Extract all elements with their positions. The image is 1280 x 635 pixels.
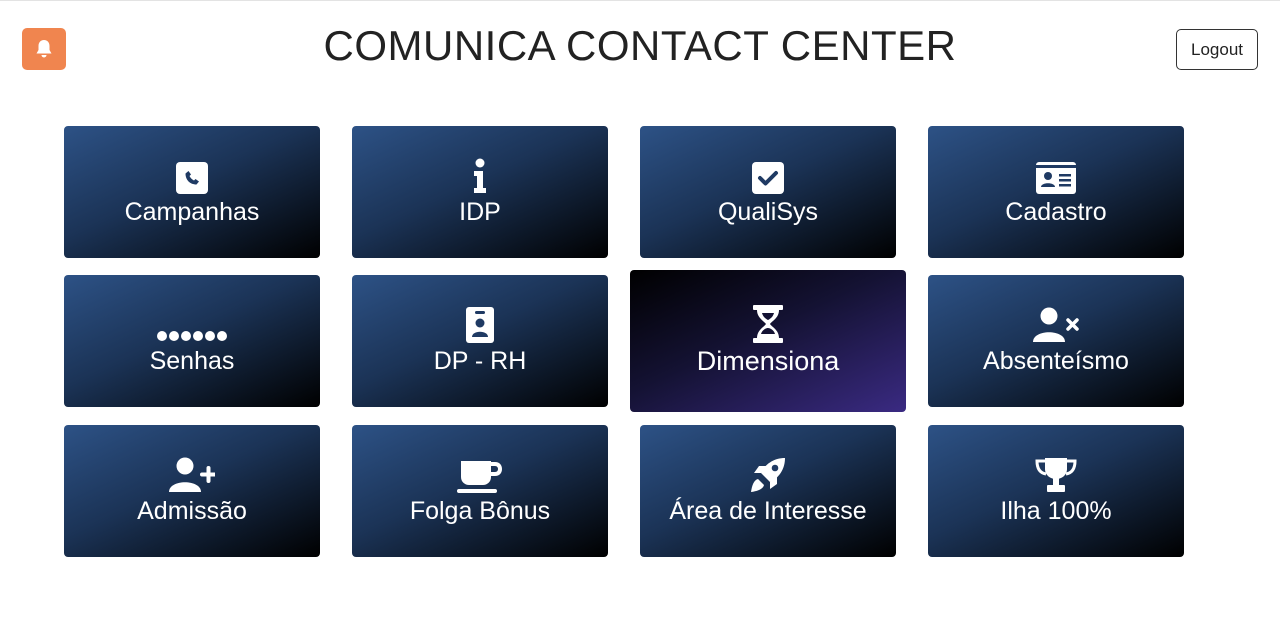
phone-square-icon: [176, 162, 208, 194]
menu-card-label: Admissão: [137, 497, 247, 525]
menu-card-label: Cadastro: [1005, 198, 1107, 226]
menu-card-label: IDP: [459, 198, 501, 226]
menu-card-label: Absenteísmo: [983, 347, 1129, 375]
menu-card-dimensiona[interactable]: Dimensiona: [630, 270, 906, 412]
menu-card-admissao[interactable]: Admissão: [64, 425, 320, 557]
id-badge-icon: [466, 307, 494, 343]
hourglass-icon: [753, 305, 783, 343]
menu-card-label: Campanhas: [124, 198, 260, 226]
menu-card-label: DP - RH: [433, 347, 527, 375]
menu-card-absenteismo[interactable]: Absenteísmo: [928, 275, 1184, 407]
logout-button[interactable]: Logout: [1176, 29, 1258, 70]
menu-card-folga-bonus[interactable]: Folga Bônus: [352, 425, 608, 557]
user-plus-icon: [169, 457, 215, 492]
password-dots-icon: [157, 331, 227, 341]
menu-card-area-de-interesse[interactable]: Área de Interesse: [640, 425, 896, 557]
menu-card-label: Dimensiona: [696, 346, 840, 376]
menu-card-label: Área de Interesse: [669, 497, 867, 525]
user-times-icon: [1033, 307, 1079, 342]
top-divider: [0, 0, 1280, 1]
menu-card-idp[interactable]: IDP: [352, 126, 608, 258]
menu-card-ilha-100[interactable]: Ilha 100%: [928, 425, 1184, 557]
coffee-icon: [457, 461, 502, 493]
menu-card-campanhas[interactable]: Campanhas: [64, 126, 320, 258]
menu-card-dp-rh[interactable]: DP - RH: [352, 275, 608, 407]
info-icon: [474, 158, 486, 193]
menu-card-senhas[interactable]: Senhas: [64, 275, 320, 407]
check-square-icon: [752, 162, 784, 194]
id-card-icon: [1036, 162, 1076, 194]
menu-card-cadastro[interactable]: Cadastro: [928, 126, 1184, 258]
rocket-icon: [751, 458, 785, 492]
page-title: COMUNICA CONTACT CENTER: [323, 22, 957, 69]
menu-card-label: Folga Bônus: [409, 497, 551, 525]
trophy-icon: [1035, 458, 1077, 492]
menu-card-label: Senhas: [149, 347, 235, 375]
menu-card-label: QualiSys: [717, 198, 819, 226]
menu-card-qualisys[interactable]: QualiSys: [640, 126, 896, 258]
menu-card-label: Ilha 100%: [1000, 497, 1112, 525]
